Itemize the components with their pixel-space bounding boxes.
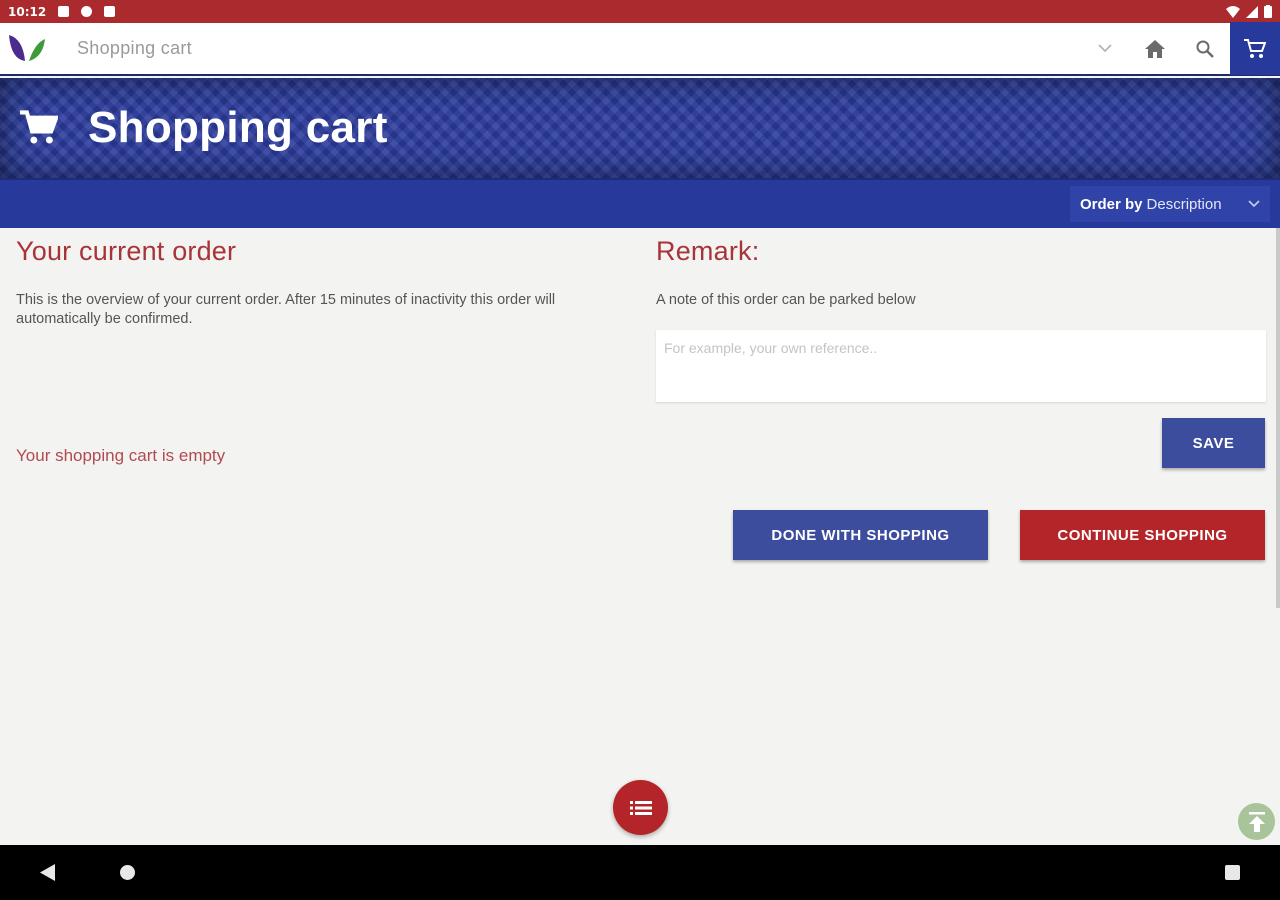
empty-cart-message: Your shopping cart is empty xyxy=(16,446,226,465)
current-order-section: Your current order This is the overview … xyxy=(16,236,616,329)
recent-apps-icon[interactable] xyxy=(1225,865,1240,880)
app-bar-title: Shopping cart xyxy=(77,38,192,58)
home-nav-icon[interactable] xyxy=(120,865,135,880)
scroll-to-top-button[interactable] xyxy=(1238,803,1275,840)
notification-icon xyxy=(58,6,70,17)
home-icon[interactable] xyxy=(1130,22,1180,75)
app-notification-icon xyxy=(81,6,93,17)
app-bar: Shopping cart xyxy=(0,22,1280,76)
remark-description: A note of this order can be parked below xyxy=(656,292,916,308)
cart-icon xyxy=(1244,38,1266,58)
battery-icon xyxy=(1264,5,1272,18)
back-icon[interactable] xyxy=(40,864,56,881)
page-header: Shopping cart xyxy=(0,78,1280,178)
remark-section: Remark: A note of this order can be park… xyxy=(656,236,1266,407)
chevron-down-icon xyxy=(1248,200,1260,208)
list-icon xyxy=(629,800,652,815)
status-time: 10:12 xyxy=(8,4,47,19)
order-by-label: Order by xyxy=(1080,195,1143,213)
chevron-down-icon[interactable] xyxy=(1080,22,1130,75)
order-by-select[interactable]: Order by Description xyxy=(1070,186,1270,222)
search-icon[interactable] xyxy=(1180,22,1230,75)
order-by-value: Description xyxy=(1146,195,1222,213)
save-button[interactable]: SAVE xyxy=(1162,418,1265,468)
current-order-description: This is the overview of your current ord… xyxy=(16,292,556,327)
cart-icon xyxy=(20,110,58,144)
continue-shopping-button[interactable]: CONTINUE SHOPPING xyxy=(1020,510,1265,560)
sd-card-icon xyxy=(104,6,116,17)
sort-bar: Order by Description xyxy=(0,178,1280,228)
remark-input[interactable] xyxy=(656,330,1266,402)
leaf-logo[interactable] xyxy=(2,22,52,75)
scrollbar[interactable] xyxy=(1276,228,1280,608)
remark-heading: Remark: xyxy=(656,236,760,266)
status-bar: 10:12 xyxy=(0,0,1280,23)
cart-button[interactable] xyxy=(1230,22,1280,75)
done-with-shopping-button[interactable]: DONE WITH SHOPPING xyxy=(733,510,988,560)
system-nav-bar xyxy=(0,845,1280,900)
current-order-heading: Your current order xyxy=(16,236,237,266)
menu-fab[interactable] xyxy=(613,780,668,835)
wifi-icon xyxy=(1226,5,1240,18)
signal-icon xyxy=(1246,5,1258,18)
arrow-up-icon xyxy=(1248,811,1265,832)
page-title: Shopping cart xyxy=(88,103,388,152)
